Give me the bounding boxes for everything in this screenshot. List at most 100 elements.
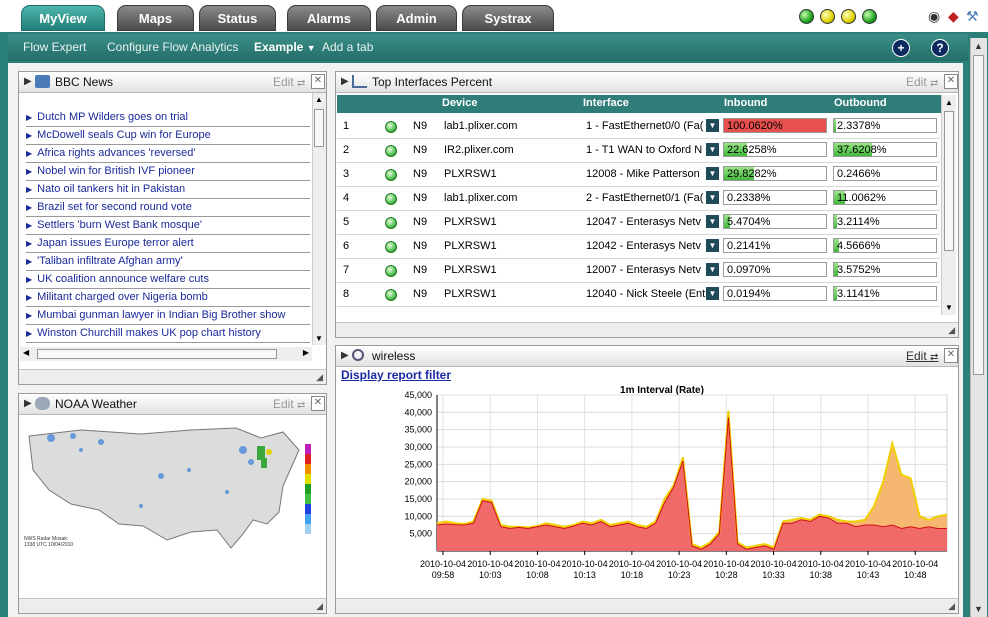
- news-list-item[interactable]: ▶ Japan issues Europe terror alert: [26, 235, 310, 253]
- edit-link[interactable]: Edit ⇄: [273, 397, 305, 411]
- scroll-thumb[interactable]: [314, 109, 324, 147]
- help-icon[interactable]: ?: [931, 39, 949, 57]
- interface-name[interactable]: 12008 - Mike Patterson: [586, 168, 700, 180]
- news-list-item[interactable]: ▶ Africa rights advances 'reversed': [26, 145, 310, 163]
- scroll-left-icon[interactable]: ◀: [23, 348, 29, 357]
- interface-menu-icon[interactable]: ▼: [706, 263, 719, 276]
- table-row[interactable]: 5 N9 PLXRSW1 12047 - Enterasys Netv ▼ 5.4704%…: [337, 210, 940, 235]
- resize-grip-icon[interactable]: ◢: [316, 601, 323, 612]
- interface-name[interactable]: 1 - FastEthernet0/0 (Fa(: [586, 120, 703, 132]
- scroll-up-icon[interactable]: ▲: [974, 41, 983, 51]
- close-icon[interactable]: ✕: [944, 348, 958, 363]
- edit-link[interactable]: Edit ⇄: [906, 349, 938, 363]
- device-status-icon[interactable]: [385, 145, 397, 157]
- example-dropdown[interactable]: Example ▼: [254, 40, 316, 54]
- table-row[interactable]: 7 N9 PLXRSW1 12007 - Enterasys Netv ▼ 0.0970%…: [337, 258, 940, 283]
- device-status-icon[interactable]: [385, 241, 397, 253]
- device-status-icon[interactable]: [385, 265, 397, 277]
- interface-menu-icon[interactable]: ▼: [706, 167, 719, 180]
- resize-grip-icon[interactable]: ◢: [948, 325, 955, 336]
- collapse-triangle-icon[interactable]: ▶: [24, 398, 32, 409]
- table-row[interactable]: 3 N9 PLXRSW1 12008 - Mike Patterson ▼ 29.8282…: [337, 162, 940, 187]
- device-name[interactable]: IR2.plixer.com: [444, 144, 514, 156]
- close-icon[interactable]: ✕: [311, 74, 325, 89]
- resize-grip-icon[interactable]: ◢: [948, 601, 955, 612]
- flow-expert-link[interactable]: Flow Expert: [23, 40, 86, 54]
- scroll-down-icon[interactable]: ▼: [945, 303, 953, 312]
- device-status-icon[interactable]: [385, 289, 397, 301]
- status-light-yellow-icon[interactable]: [820, 9, 835, 24]
- add-tab-link[interactable]: Add a tab: [322, 40, 373, 54]
- device-column-header[interactable]: Device: [442, 95, 477, 112]
- device-name[interactable]: PLXRSW1: [444, 168, 497, 180]
- device-name[interactable]: PLXRSW1: [444, 216, 497, 228]
- scroll-up-icon[interactable]: ▲: [315, 95, 323, 104]
- table-row[interactable]: 6 N9 PLXRSW1 12042 - Enterasys Netv ▼ 0.2141%…: [337, 234, 940, 259]
- news-list-item[interactable]: ▶ Nobel win for British IVF pioneer: [26, 163, 310, 181]
- table-row[interactable]: 2 N9 IR2.plixer.com 1 - T1 WAN to Oxford N ▼…: [337, 138, 940, 163]
- device-name[interactable]: lab1.plixer.com: [444, 192, 517, 204]
- scroll-thumb[interactable]: [973, 55, 984, 375]
- outbound-column-header[interactable]: Outbound: [834, 95, 887, 112]
- tab-status[interactable]: Status: [199, 5, 276, 31]
- binoculars-icon[interactable]: ◉: [928, 8, 940, 24]
- interface-name[interactable]: 12047 - Enterasys Netv: [586, 216, 701, 228]
- edit-link[interactable]: Edit ⇄: [906, 75, 938, 89]
- device-status-icon[interactable]: [385, 169, 397, 181]
- add-widget-plus-icon[interactable]: +: [892, 39, 910, 57]
- device-name[interactable]: PLXRSW1: [444, 264, 497, 276]
- interface-name[interactable]: 2 - FastEthernet0/1 (Fa(: [586, 192, 703, 204]
- tab-myview[interactable]: MyView: [21, 5, 105, 31]
- collapse-triangle-icon[interactable]: ▶: [341, 76, 349, 87]
- news-horizontal-scrollbar[interactable]: ◀ ▶: [20, 347, 312, 361]
- tab-admin[interactable]: Admin: [376, 5, 457, 31]
- news-list-item[interactable]: ▶ Winston Churchill makes UK pop chart hi…: [26, 325, 310, 343]
- news-list-item[interactable]: ▶ UK coalition announce welfare cuts: [26, 271, 310, 289]
- tools-icon[interactable]: ⚒: [966, 8, 979, 24]
- scroll-up-icon[interactable]: ▲: [945, 98, 953, 107]
- table-vertical-scrollbar[interactable]: ▲ ▼: [941, 95, 956, 315]
- news-list-item[interactable]: ▶ 'Taliban infiltrate Afghan army': [26, 253, 310, 271]
- collapse-triangle-icon[interactable]: ▶: [24, 76, 32, 87]
- tab-systrax[interactable]: Systrax: [462, 5, 554, 31]
- news-list-item[interactable]: ▶ McDowell seals Cup win for Europe: [26, 127, 310, 145]
- alert-diamond-icon[interactable]: ◆: [948, 8, 959, 24]
- interface-name[interactable]: 12007 - Enterasys Netv: [586, 264, 701, 276]
- resize-grip-icon[interactable]: ◢: [316, 372, 323, 383]
- scroll-thumb[interactable]: [37, 349, 277, 359]
- close-icon[interactable]: ✕: [944, 74, 958, 89]
- tab-maps[interactable]: Maps: [117, 5, 194, 31]
- device-name[interactable]: PLXRSW1: [444, 240, 497, 252]
- close-icon[interactable]: ✕: [311, 396, 325, 411]
- scroll-thumb[interactable]: [944, 111, 954, 251]
- interface-menu-icon[interactable]: ▼: [706, 239, 719, 252]
- news-list-item[interactable]: ▶ Mumbai gunman lawyer in Indian Big Brot…: [26, 307, 310, 325]
- news-list-item[interactable]: ▶ Brazil set for second round vote: [26, 199, 310, 217]
- scroll-down-icon[interactable]: ▼: [315, 334, 323, 343]
- interface-menu-icon[interactable]: ▼: [706, 215, 719, 228]
- news-list-item[interactable]: ▶ Militant charged over Nigeria bomb: [26, 289, 310, 307]
- interface-column-header[interactable]: Interface: [583, 95, 629, 112]
- page-vertical-scrollbar[interactable]: ▲ ▼: [970, 38, 987, 617]
- scroll-down-icon[interactable]: ▼: [974, 604, 983, 614]
- edit-link[interactable]: Edit ⇄: [273, 75, 305, 89]
- interface-menu-icon[interactable]: ▼: [706, 191, 719, 204]
- inbound-column-header[interactable]: Inbound: [724, 95, 767, 112]
- interface-menu-icon[interactable]: ▼: [706, 119, 719, 132]
- status-light-green-icon[interactable]: [799, 9, 814, 24]
- configure-flow-analytics-link[interactable]: Configure Flow Analytics: [107, 40, 238, 54]
- interface-name[interactable]: 12040 - Nick Steele (Ent: [586, 288, 705, 300]
- interface-name[interactable]: 12042 - Enterasys Netv: [586, 240, 701, 252]
- news-list-item[interactable]: ▶ Dutch MP Wilders goes on trial: [26, 109, 310, 127]
- table-row[interactable]: 4 N9 lab1.plixer.com 2 - FastEthernet0/1 (F…: [337, 186, 940, 211]
- interface-name[interactable]: 1 - T1 WAN to Oxford N: [586, 144, 702, 156]
- news-list-item[interactable]: ▶ Nato oil tankers hit in Pakistan: [26, 181, 310, 199]
- news-list-item[interactable]: ▶ Settlers 'burn West Bank mosque': [26, 217, 310, 235]
- display-report-filter-link[interactable]: Display report filter: [341, 368, 451, 382]
- scroll-right-icon[interactable]: ▶: [303, 348, 309, 357]
- tab-alarms[interactable]: Alarms: [287, 5, 371, 31]
- interface-menu-icon[interactable]: ▼: [706, 287, 719, 300]
- device-status-icon[interactable]: [385, 193, 397, 205]
- device-status-icon[interactable]: [385, 217, 397, 229]
- device-name[interactable]: lab1.plixer.com: [444, 120, 517, 132]
